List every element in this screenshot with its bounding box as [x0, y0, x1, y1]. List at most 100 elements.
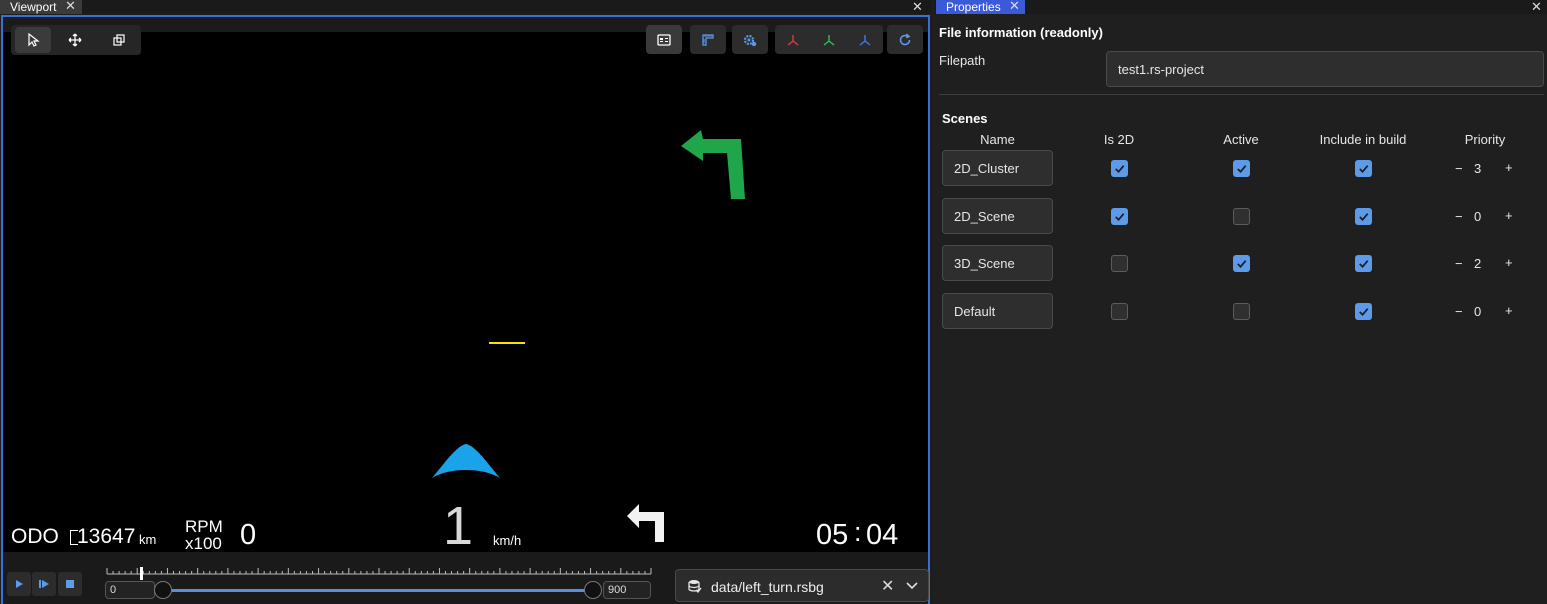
clock-hours: 05 — [816, 519, 849, 551]
axis-red-icon — [787, 34, 799, 46]
properties-tab-close-icon[interactable]: ✕ — [1009, 0, 1020, 13]
checkmark-icon — [1359, 308, 1369, 316]
priority-decrement-button[interactable]: − — [1455, 161, 1463, 176]
speed-unit: km/h — [493, 533, 522, 548]
range-max-input[interactable]: 900 — [603, 581, 651, 599]
database-icon — [688, 580, 702, 593]
column-header-include: Include in build — [1319, 132, 1407, 147]
viewport-tab-close-icon[interactable]: ✕ — [65, 0, 76, 13]
column-header-is2d: Is 2D — [1103, 132, 1135, 147]
scene-name-button[interactable]: Default — [942, 293, 1053, 329]
axis-y-button[interactable] — [811, 25, 847, 54]
refresh-button[interactable] — [887, 25, 923, 54]
scale-squares-icon — [113, 34, 125, 46]
recording-file-name: data/left_turn.rsbg — [711, 579, 824, 595]
range-slider-track[interactable] — [163, 589, 593, 592]
turn-left-white-arrow-icon — [627, 504, 664, 542]
active-checkbox[interactable] — [1233, 208, 1250, 225]
step-forward-icon — [39, 580, 49, 588]
is2d-checkbox[interactable] — [1111, 160, 1128, 177]
yellow-lane-marker — [489, 342, 525, 344]
step-forward-button[interactable] — [32, 572, 56, 596]
tab-properties[interactable]: Properties ✕ — [936, 0, 1025, 14]
priority-decrement-button[interactable]: − — [1455, 304, 1463, 319]
scene-name-button[interactable]: 3D_Scene — [942, 245, 1053, 281]
include-in-build-checkbox[interactable] — [1355, 303, 1372, 320]
clear-file-icon[interactable]: ✕ — [881, 576, 894, 596]
tab-viewport[interactable]: Viewport ✕ — [0, 0, 82, 14]
scene-name-button[interactable]: 2D_Cluster — [942, 150, 1053, 186]
recording-file-select[interactable]: data/left_turn.rsbg ✕ — [675, 569, 929, 602]
priority-value: 0 — [1474, 209, 1482, 224]
gear-cog-icon — [743, 34, 757, 46]
playback-bar: 0 900 data/left_turn.rsbg ✕ — [3, 552, 929, 604]
clock-separator: : — [854, 517, 862, 547]
axis-green-icon — [823, 34, 835, 46]
timeline-ruler[interactable] — [103, 565, 653, 577]
section-divider — [939, 94, 1544, 95]
rpm-multiplier: x100 — [185, 534, 222, 553]
range-min-input[interactable]: 0 — [105, 581, 155, 599]
properties-tabbar: Properties ✕ ✕ — [934, 0, 1547, 14]
settings-button[interactable] — [732, 25, 768, 54]
select-tool-button[interactable] — [15, 27, 51, 53]
viewport-tab-label: Viewport — [10, 0, 57, 14]
preview-button[interactable] — [646, 25, 682, 54]
viewport-canvas[interactable]: ODO 13647 km RPM x100 0 1 km/h 05 : 04 0 — [1, 15, 930, 604]
priority-value: 2 — [1474, 256, 1482, 271]
priority-decrement-button[interactable]: − — [1455, 256, 1463, 271]
checkmark-icon — [1115, 213, 1125, 221]
priority-increment-button[interactable]: + — [1505, 160, 1513, 175]
preview-window-icon — [657, 33, 671, 46]
checkmark-icon — [1359, 213, 1369, 221]
active-checkbox[interactable] — [1233, 160, 1250, 177]
axis-x-button[interactable] — [775, 25, 811, 54]
range-start-thumb[interactable] — [154, 581, 172, 599]
checkmark-icon — [1359, 260, 1369, 268]
chevron-down-icon[interactable] — [906, 581, 918, 591]
stop-icon — [66, 580, 74, 588]
stop-button[interactable] — [58, 572, 82, 596]
move-arrows-icon — [68, 33, 82, 47]
transform-tool-group — [11, 25, 141, 55]
viewport-panel-close-icon[interactable]: ✕ — [912, 0, 923, 15]
properties-panel-close-icon[interactable]: ✕ — [1531, 0, 1542, 15]
car-indicator-icon — [432, 444, 500, 478]
checkmark-icon — [1237, 165, 1247, 173]
clock-minutes: 04 — [866, 519, 899, 551]
priority-value: 3 — [1474, 161, 1482, 176]
play-button[interactable] — [7, 572, 31, 596]
priority-value: 0 — [1474, 304, 1482, 319]
speed-value: 1 — [443, 496, 474, 556]
axis-z-button[interactable] — [847, 25, 883, 54]
rpm-label: RPM — [185, 517, 223, 536]
scale-tool-button[interactable] — [101, 27, 137, 53]
checkmark-icon — [1237, 260, 1247, 268]
checkmark-icon — [1115, 165, 1125, 173]
checkmark-icon — [1359, 165, 1369, 173]
file-info-title: File information (readonly) — [939, 25, 1103, 40]
include-in-build-checkbox[interactable] — [1355, 208, 1372, 225]
cursor-icon — [28, 32, 40, 47]
include-in-build-checkbox[interactable] — [1355, 160, 1372, 177]
scene-name-button[interactable]: 2D_Scene — [942, 198, 1053, 234]
is2d-checkbox[interactable] — [1111, 255, 1128, 272]
rpm-value: 0 — [240, 519, 257, 551]
range-end-thumb[interactable] — [584, 581, 602, 599]
active-checkbox[interactable] — [1233, 303, 1250, 320]
priority-increment-button[interactable]: + — [1505, 255, 1513, 270]
include-in-build-checkbox[interactable] — [1355, 255, 1372, 272]
ruler-button[interactable] — [690, 25, 726, 54]
filepath-label: Filepath — [939, 53, 986, 68]
priority-decrement-button[interactable]: − — [1455, 209, 1463, 224]
ruler-icon — [702, 33, 714, 46]
priority-increment-button[interactable]: + — [1505, 303, 1513, 318]
is2d-checkbox[interactable] — [1111, 208, 1128, 225]
app-root: Viewport ✕ ✕ ODO 13647 km RPM x100 0 1 k… — [0, 0, 1547, 604]
is2d-checkbox[interactable] — [1111, 303, 1128, 320]
active-checkbox[interactable] — [1233, 255, 1250, 272]
move-tool-button[interactable] — [57, 27, 93, 53]
axis-blue-icon — [859, 34, 871, 46]
timeline-playhead[interactable] — [140, 567, 143, 580]
priority-increment-button[interactable]: + — [1505, 208, 1513, 223]
